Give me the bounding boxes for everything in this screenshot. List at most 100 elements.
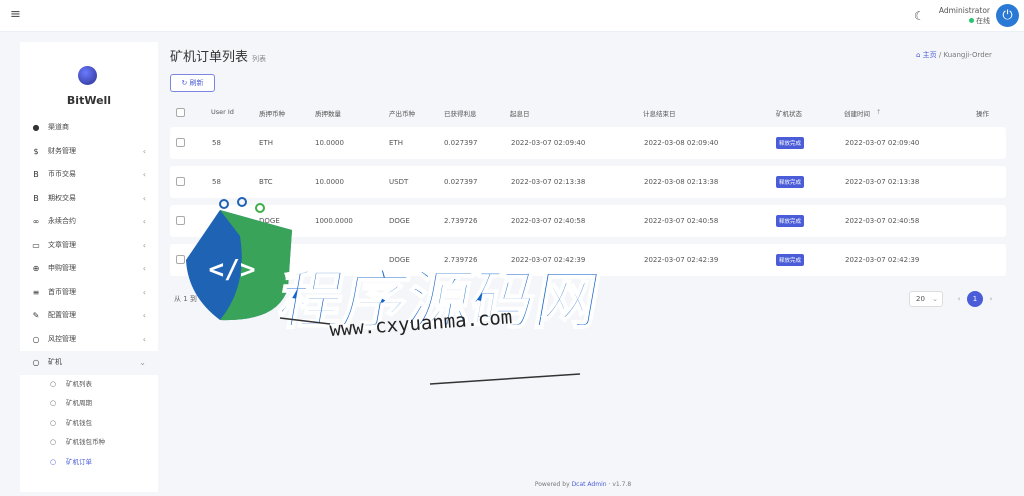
cell-interest: 0.027397 (444, 139, 478, 147)
bitcoin-icon: B (33, 170, 39, 179)
page-title-text: 矿机订单列表 (170, 50, 249, 65)
wrench-icon: ✎ (32, 311, 40, 320)
chevron-icon: ‹ (142, 311, 146, 320)
refresh-button[interactable]: ↻ 刷新 (170, 74, 215, 92)
sidebar-item-5[interactable]: ▭ 文章管理 ‹ (20, 234, 158, 258)
chevron-icon: ‹ (142, 170, 146, 179)
watermark-node-icon (237, 197, 247, 207)
next-page-button[interactable]: › (983, 291, 999, 307)
watermark-line (429, 373, 581, 385)
sidebar-subitem-1[interactable]: ○ 矿机周期 (20, 394, 158, 414)
sidebar-subitem-0[interactable]: ○ 矿机列表 (20, 375, 158, 395)
watermark-node-icon (219, 199, 229, 209)
chevron-icon: ‹ (142, 264, 146, 273)
footer-separator: · (608, 481, 611, 488)
column-header: User Id (211, 108, 234, 116)
breadcrumb-separator: / (938, 51, 942, 59)
sidebar-item-2[interactable]: B 币币交易 ‹ (20, 163, 158, 187)
column-header[interactable]: 创建时间 (844, 108, 870, 118)
user-name: Administrator (938, 6, 990, 15)
cell-end: 2022-03-07 02:40:58 (644, 217, 719, 225)
prev-page-button[interactable]: ‹ (951, 291, 967, 307)
dark-mode-toggle-icon[interactable]: ☾ (914, 9, 925, 23)
cell-end: 2022-03-08 02:13:38 (644, 178, 719, 186)
user-status: 在线 (939, 16, 990, 26)
table-row[interactable]: 58 ETH 10.0000 ETH 0.027397 2022-03-07 02:09:… (170, 127, 1006, 159)
footer-brand-link[interactable]: Dcat Admin (572, 481, 607, 488)
circle-icon: ○ (50, 438, 57, 446)
watermark-code-glyph: </> (209, 255, 256, 285)
sidebar-item-label: 配置管理 (48, 311, 76, 319)
table-header: User Id 质押币种 质押数量 产出币种 已获得利息 起息日 计息结束日 矿机状态 创建时间… (170, 102, 1006, 122)
per-page-value: 20 (916, 295, 925, 303)
circle-icon: ○ (50, 379, 57, 388)
dollar-icon: $ (33, 146, 39, 156)
status-badge: 释放完成 (776, 215, 805, 227)
brand-name: BitWell (66, 94, 112, 107)
footer: Powered by Dcat Admin · v1.7.8 (0, 481, 1024, 488)
chevron-icon: ‹ (142, 146, 146, 156)
per-page-select[interactable]: 20 ⌄ (909, 291, 943, 307)
sidebar-item-8[interactable]: ✎ 配置管理 ‹ (20, 304, 158, 328)
sidebar-item-label: 财务管理 (48, 146, 76, 155)
sidebar-item-label: 币币交易 (48, 170, 76, 178)
column-header: 起息日 (510, 110, 530, 118)
sidebar-item-0[interactable]: ● 渠道商 (20, 116, 158, 140)
sort-arrow-icon[interactable]: ↑ (876, 108, 881, 116)
select-all-checkbox[interactable] (176, 108, 185, 117)
row-checkbox[interactable] (176, 138, 185, 147)
cell-created: 2022-03-07 02:40:58 (845, 217, 920, 225)
page-1-button[interactable]: 1 (967, 291, 983, 307)
cell-user-id: 58 (212, 178, 221, 186)
chevron-icon: ‹ (142, 193, 146, 203)
sidebar-item-6[interactable]: ⊕ 申购管理 ‹ (20, 257, 158, 281)
breadcrumb-home-label: 主页 (922, 51, 937, 59)
sidebar-item-1[interactable]: $ 财务管理 ‹ (20, 140, 158, 164)
column-header: 计息结束日 (643, 110, 676, 118)
lifebuoy-icon: ⊕ (32, 264, 40, 273)
sidebar-subitem-label: 矿机周期 (66, 399, 92, 407)
user-status-text: 在线 (976, 17, 990, 25)
list-icon: ≡ (32, 287, 40, 297)
sidebar-item-label: 永续合约 (48, 217, 76, 225)
column-header: 质押数量 (315, 110, 341, 118)
sidebar-item-label: 期权交易 (48, 193, 76, 202)
sidebar-item-label: 文章管理 (48, 240, 76, 249)
hamburger-menu-icon[interactable]: ≡ (10, 8, 21, 22)
sidebar-item-label: 风控管理 (48, 334, 76, 343)
sidebar-item-4[interactable]: ∞ 永续合约 ‹ (20, 210, 158, 234)
cell-pledge-coin: BTC (259, 178, 273, 186)
sidebar-item-label: 渠道商 (48, 123, 69, 131)
watermark-overlay: </> 程序源码网 www.cxyuanma.com (186, 197, 607, 385)
user-avatar[interactable]: ⏻ (996, 4, 1019, 27)
table-row[interactable]: 58 BTC 10.0000 USDT 0.027397 2022-03-07 02:13… (170, 166, 1006, 198)
keyboard-icon: ▭ (32, 240, 40, 250)
status-badge: 释放完成 (776, 254, 805, 266)
bitcoin-icon: B (33, 193, 39, 203)
refresh-icon: ↻ (181, 79, 188, 87)
cell-created: 2022-03-07 02:42:39 (845, 256, 920, 264)
cell-created: 2022-03-07 02:09:40 (845, 139, 920, 147)
circle-icon: ○ (50, 418, 57, 427)
sidebar-subitem-4[interactable]: ○ 矿机订单 (20, 453, 158, 473)
cell-end: 2022-03-08 02:09:40 (644, 139, 719, 147)
breadcrumb-home[interactable]: ⌂ 主页 (916, 51, 937, 59)
sidebar-item-label: 申购管理 (48, 264, 76, 272)
sidebar-item-3[interactable]: B 期权交易 ‹ (20, 187, 158, 211)
chevron-icon: ⌄ (139, 358, 146, 367)
user-info[interactable]: Administrator 在线 (939, 6, 990, 26)
column-header: 操作 (976, 110, 989, 118)
sidebar-subitem-label: 矿机钱包 (66, 418, 92, 427)
sidebar-menu: ● 渠道商 $ 财务管理 ‹ B 币币交易 ‹ B 期权交易 ‹ ∞ 永续合约 ‹ ▭ 文章管理 ‹ ⊕ 申购管理 ‹… (20, 116, 158, 472)
sidebar-subitem-label: 矿机订单 (66, 457, 92, 466)
sidebar-item-10[interactable]: ○ 矿机 ⌄ (20, 351, 158, 375)
sidebar-item-9[interactable]: ○ 风控管理 ‹ (20, 328, 158, 352)
row-checkbox[interactable] (176, 177, 185, 186)
cell-start: 2022-03-07 02:09:40 (511, 139, 586, 147)
cell-pledge-amount: 10.0000 (315, 178, 344, 186)
sidebar-subitem-2[interactable]: ○ 矿机钱包 (20, 414, 158, 434)
sidebar-subitem-3[interactable]: ○ 矿机钱包币种 (20, 433, 158, 453)
circle-icon: ○ (32, 334, 40, 344)
cell-output-coin: ETH (389, 139, 403, 147)
sidebar-item-7[interactable]: ≡ 首币管理 ‹ (20, 281, 158, 305)
